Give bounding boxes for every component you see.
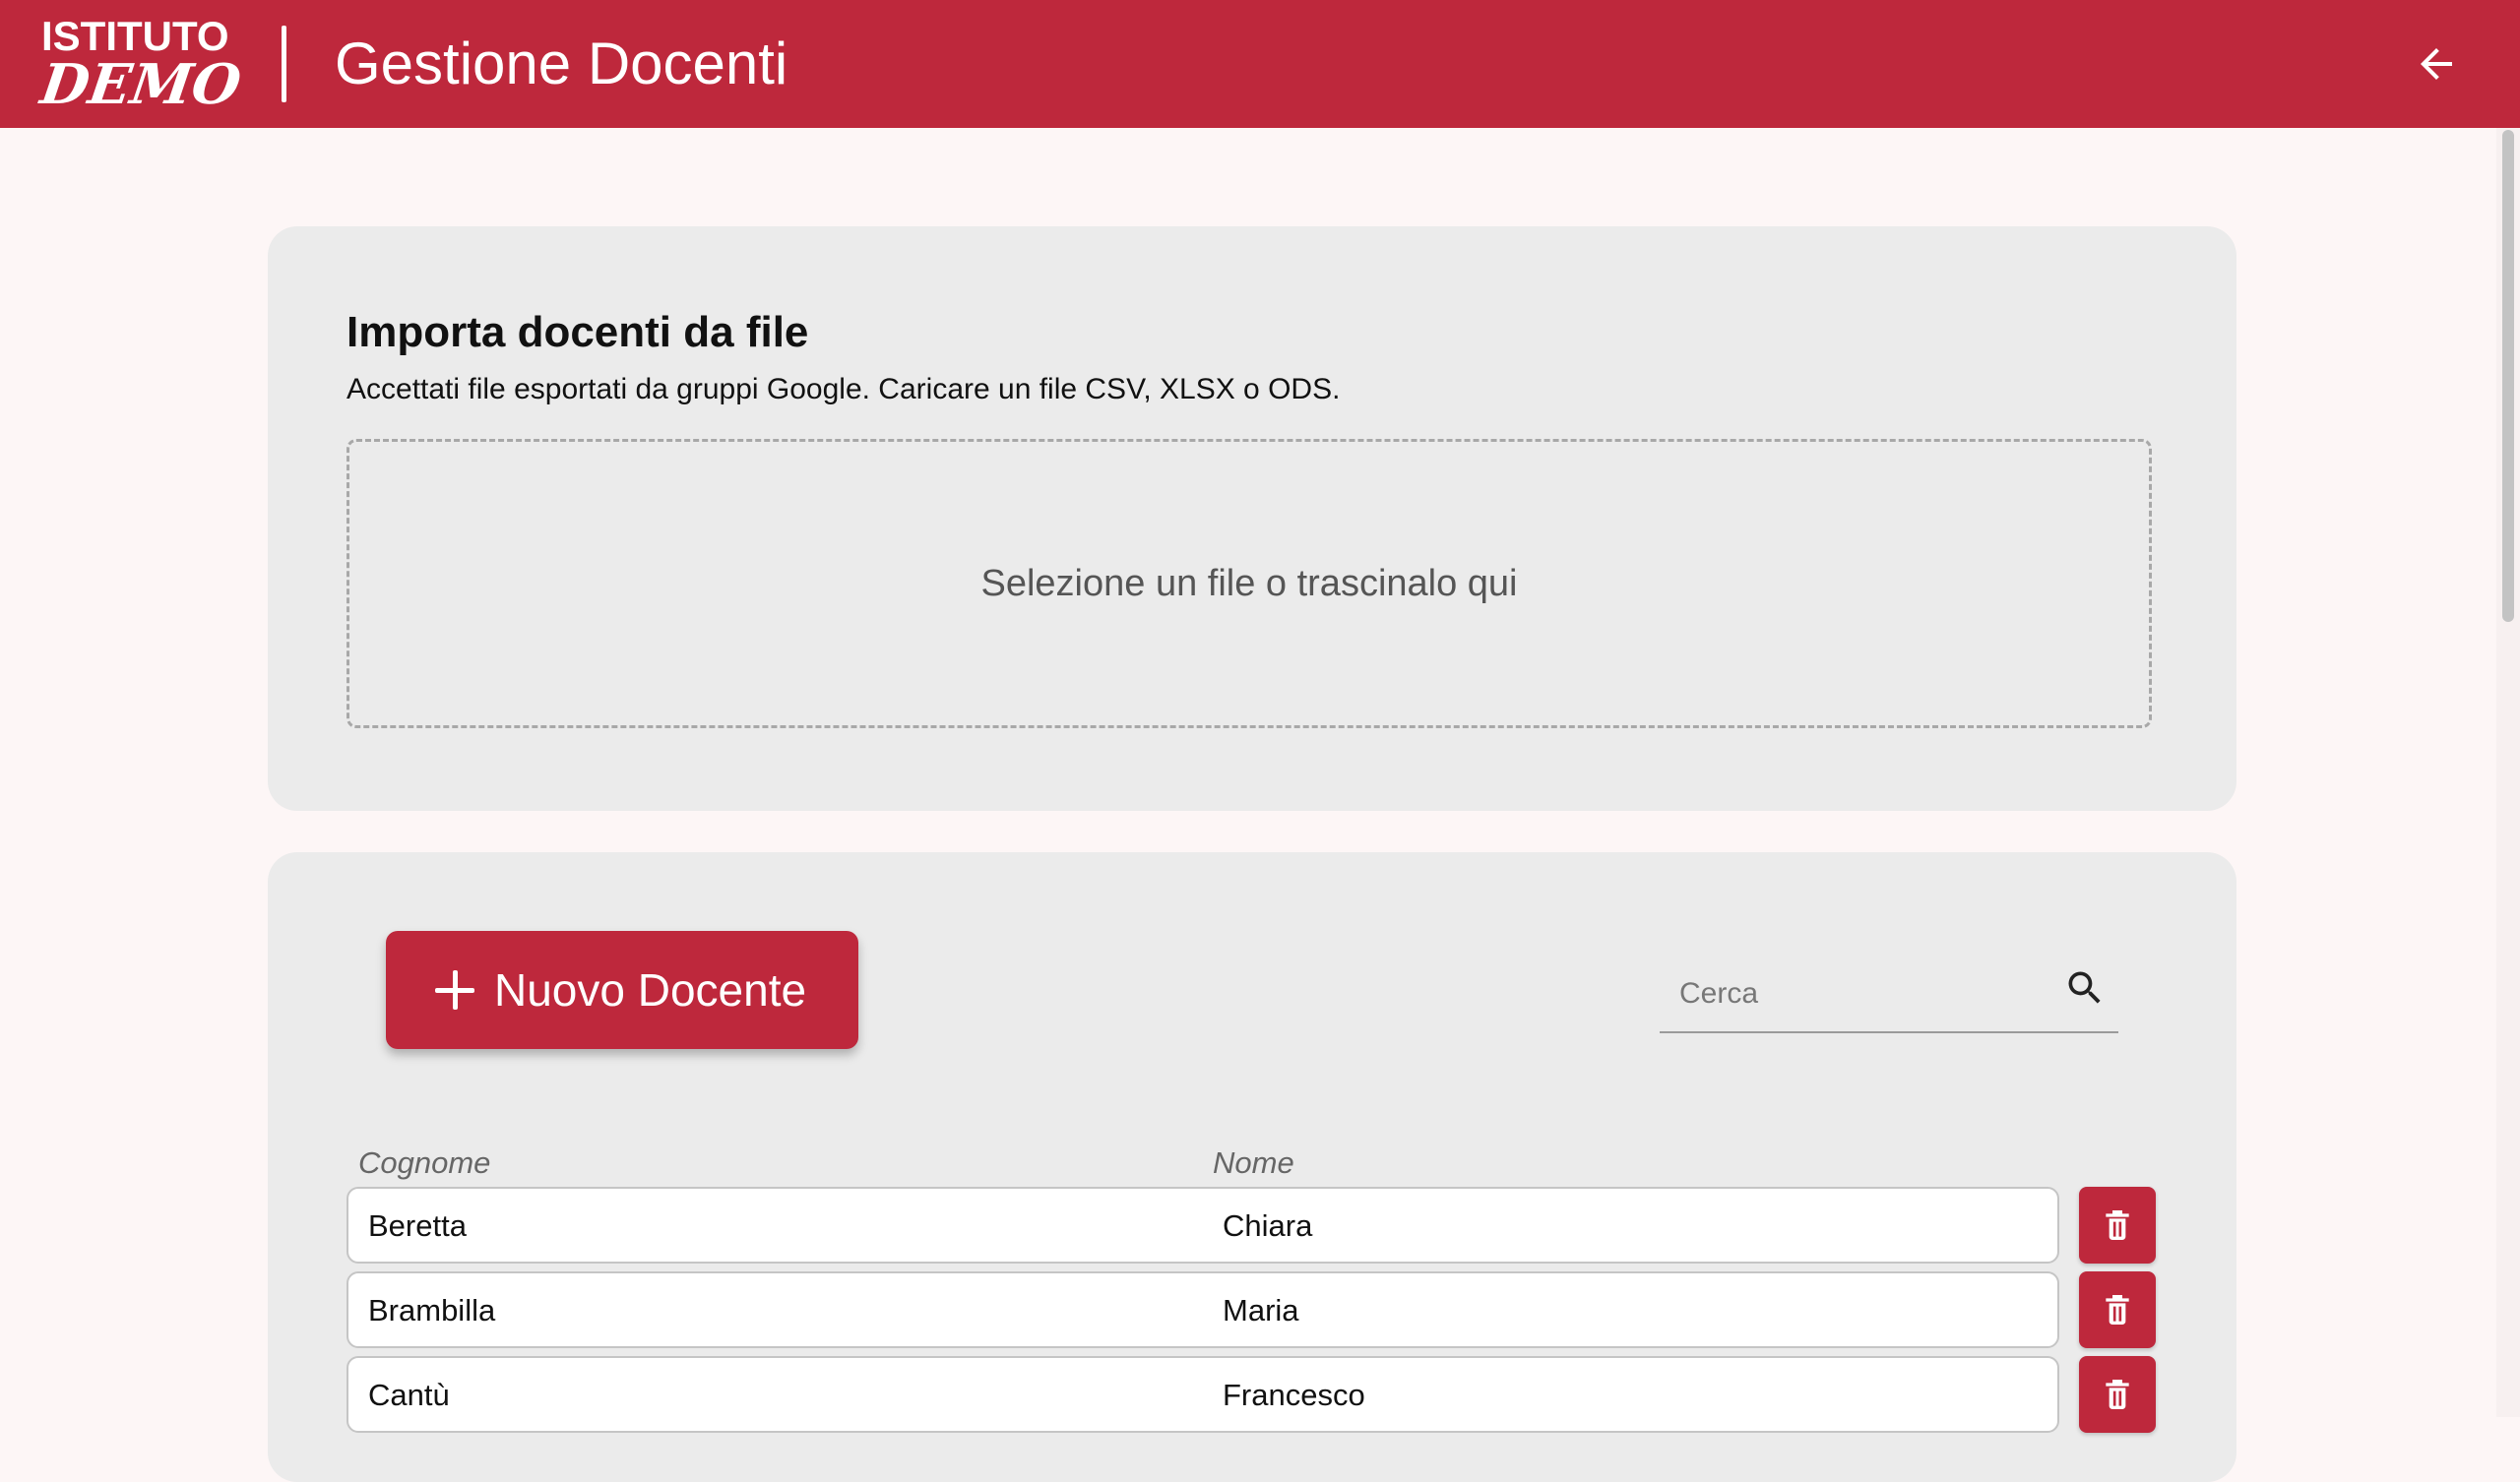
cell-nome: Francesco (1223, 1378, 1365, 1412)
table-row[interactable]: Cantù Francesco (346, 1356, 2059, 1433)
top-app-bar: ISTITUTO DEMO Gestione Docenti (0, 0, 2520, 128)
column-header-cognome: Cognome (358, 1145, 491, 1180)
institute-logo[interactable]: ISTITUTO DEMO (36, 14, 244, 118)
new-teacher-button[interactable]: Nuovo Docente (386, 931, 858, 1049)
trash-icon (2106, 1210, 2129, 1240)
cell-nome: Chiara (1223, 1208, 1313, 1243)
import-title: Importa docenti da file (346, 308, 809, 356)
column-header-nome: Nome (1213, 1145, 1294, 1180)
trash-icon (2106, 1380, 2129, 1409)
search-icon[interactable] (2063, 966, 2107, 1010)
arrow-left-icon (2421, 48, 2452, 80)
import-subtitle: Accettati file esportati da gruppi Googl… (346, 373, 1341, 405)
table-row[interactable]: Beretta Chiara (346, 1187, 2059, 1264)
cell-nome: Maria (1223, 1293, 1299, 1328)
table-row[interactable]: Brambilla Maria (346, 1271, 2059, 1348)
import-card: Importa docenti da file Accettati file e… (268, 226, 2236, 811)
search-input[interactable] (1677, 966, 2036, 1021)
trash-icon (2106, 1295, 2129, 1325)
delete-button[interactable] (2079, 1187, 2156, 1264)
cell-cognome: Brambilla (368, 1293, 496, 1328)
delete-button[interactable] (2079, 1356, 2156, 1433)
file-dropzone[interactable]: Selezione un file o trascinalo qui (346, 439, 2152, 728)
search-field (1660, 957, 2118, 1033)
page-title: Gestione Docenti (335, 31, 788, 96)
new-teacher-button-label: Nuovo Docente (494, 964, 807, 1016)
scrollbar-thumb[interactable] (2502, 130, 2514, 622)
header-divider (282, 26, 286, 102)
logo-line-2: DEMO (36, 52, 245, 117)
cell-cognome: Cantù (368, 1378, 450, 1412)
cell-cognome: Beretta (368, 1208, 467, 1243)
teachers-list-card: Nuovo Docente Cognome Nome Beretta Chiar… (268, 852, 2236, 1482)
plus-icon (435, 970, 474, 1010)
delete-button[interactable] (2079, 1271, 2156, 1348)
dropzone-text: Selezione un file o trascinalo qui (980, 562, 1518, 604)
back-button[interactable] (2402, 30, 2471, 98)
